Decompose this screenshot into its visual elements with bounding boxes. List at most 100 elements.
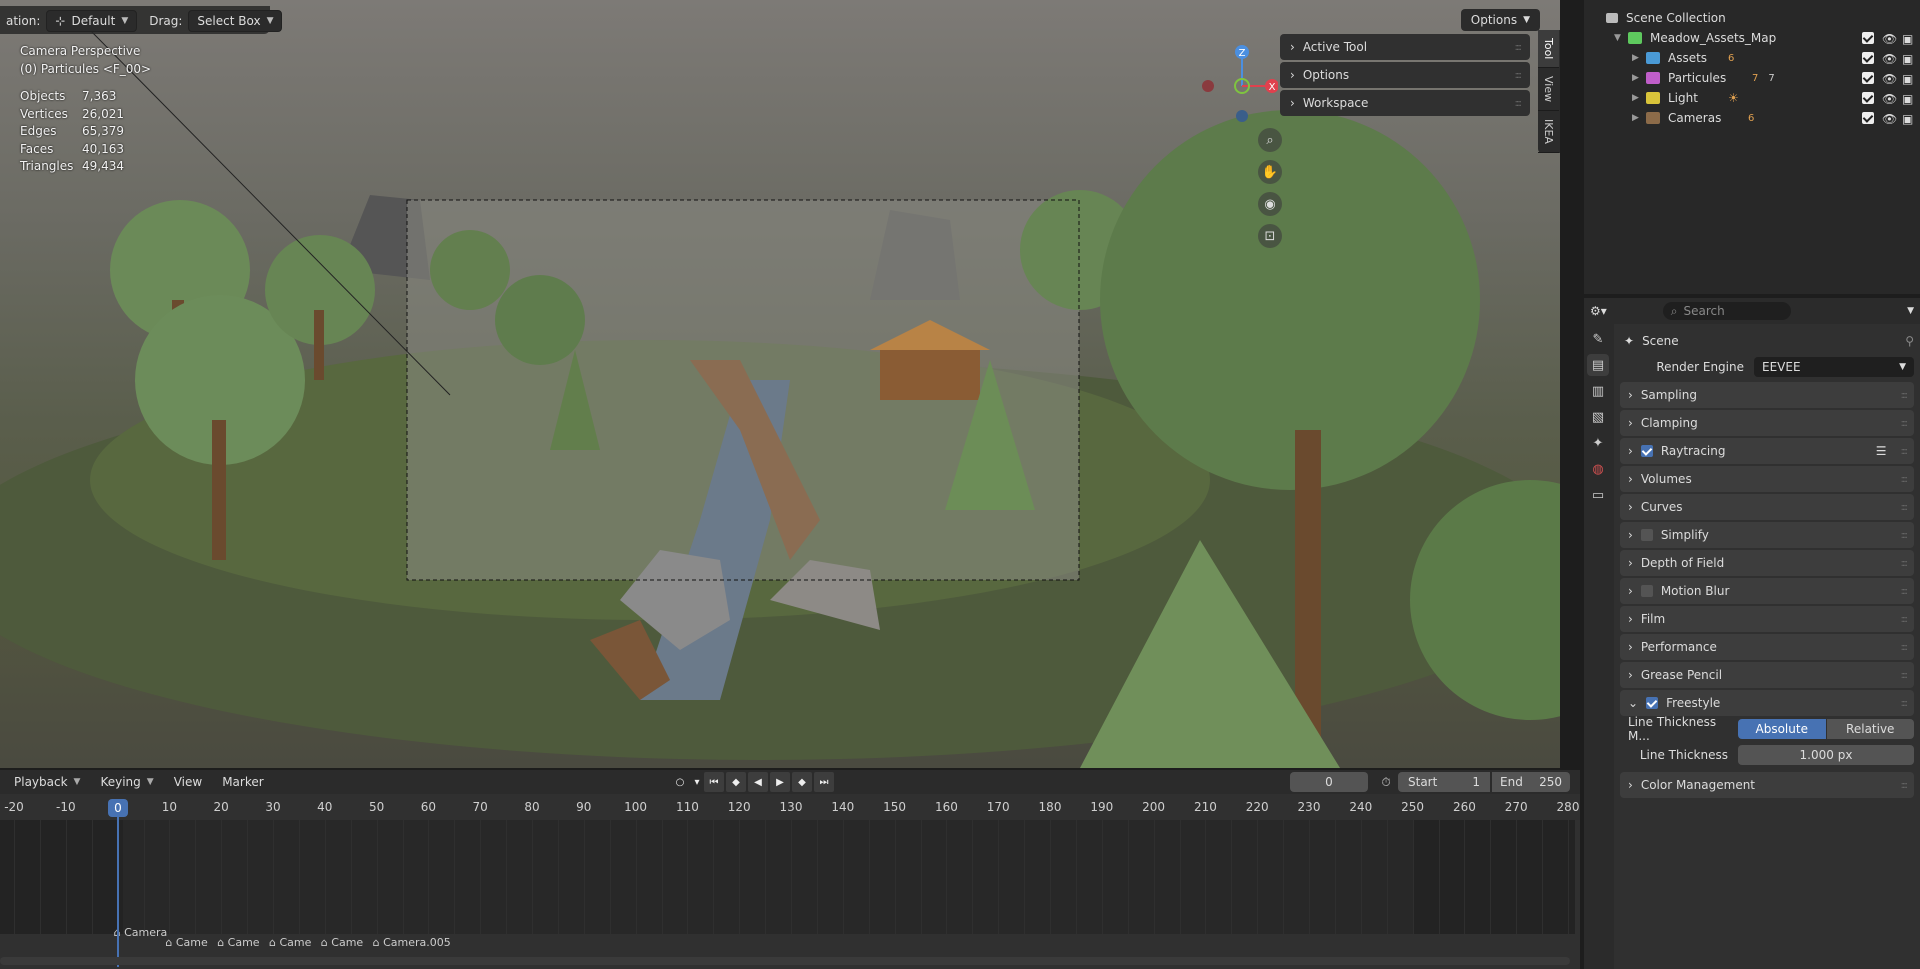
world-icon[interactable]: ◍ <box>1587 458 1609 480</box>
section-color-management[interactable]: › Color Management :::: <box>1620 772 1914 798</box>
section-sampling[interactable]: › Sampling:::: <box>1620 382 1914 408</box>
camera-icon[interactable]: ▣ <box>1902 92 1914 106</box>
freestyle-checkbox[interactable] <box>1646 697 1659 709</box>
properties-editor[interactable]: ⚙▾ ⌕ Search ▼ ✎ ▤ ▥ ▧ ✦ ◍ ▭ ✦ Scene ⚲ Re… <box>1584 298 1920 969</box>
panel-options[interactable]: › Options:::: <box>1280 62 1530 88</box>
chevron-right-icon[interactable]: ▶ <box>1632 73 1646 83</box>
include-checkbox[interactable] <box>1862 92 1874 104</box>
jump-start-icon[interactable]: ⏮ <box>704 772 724 792</box>
timeline-marker[interactable]: ⌂ Came <box>217 936 259 949</box>
menu-marker[interactable]: Marker <box>214 772 271 792</box>
tab-view[interactable]: View <box>1538 68 1559 112</box>
timeline-marker[interactable]: ⌂ Camera <box>114 926 168 939</box>
eye-icon[interactable]: 👁 <box>1882 32 1897 46</box>
drag-handle-icon[interactable]: :::: <box>1901 502 1909 513</box>
drag-handle-icon[interactable]: :::: <box>1901 390 1909 401</box>
outliner-item-assets[interactable]: ▶ Assets 6 👁 ▣ <box>1584 48 1920 68</box>
eye-icon[interactable]: 👁 <box>1882 92 1897 106</box>
frame-ruler[interactable]: -20 -10 0 10 20 30 40 50 60 70 80 90 100 110 120 130 140… <box>0 798 1579 818</box>
drag-handle-icon[interactable]: :::: <box>1901 780 1909 791</box>
drag-handle-icon[interactable]: :::: <box>1901 474 1909 485</box>
playhead-line[interactable] <box>117 817 119 967</box>
menu-view[interactable]: View <box>166 772 210 792</box>
playhead-frame[interactable]: 0 <box>108 799 128 817</box>
drag-handle-icon[interactable]: :::: <box>1901 586 1909 597</box>
list-icon[interactable]: ☰ <box>1876 444 1887 458</box>
outliner-item-light[interactable]: ▶ Light ☀ 👁 ▣ <box>1584 88 1920 108</box>
outliner-item-cameras[interactable]: ▶ Cameras 6 👁 ▣ <box>1584 108 1920 128</box>
next-keyframe-icon[interactable]: ◆ <box>792 772 812 792</box>
include-checkbox[interactable] <box>1862 72 1874 84</box>
timeline-scrollbar[interactable] <box>0 957 1570 965</box>
tab-ikea[interactable]: IKEA <box>1538 111 1559 154</box>
section-checkbox[interactable] <box>1640 585 1653 597</box>
drag-handle-icon[interactable]: :::: <box>1901 446 1909 457</box>
section-curves[interactable]: › Curves:::: <box>1620 494 1914 520</box>
scene-icon[interactable]: ✦ <box>1587 432 1609 454</box>
camera-icon[interactable]: ▣ <box>1902 32 1914 46</box>
timeline-marker[interactable]: ⌂ Camera.005 <box>373 936 451 949</box>
chevron-right-icon[interactable]: ▶ <box>1632 113 1646 123</box>
record-icon[interactable]: ○ <box>670 772 690 792</box>
camera-icon[interactable]: ▣ <box>1902 112 1914 126</box>
drag-handle-icon[interactable]: :::: <box>1901 530 1909 541</box>
drag-handle-icon[interactable]: :::: <box>1901 614 1909 625</box>
section-motion-blur[interactable]: › Motion Blur:::: <box>1620 578 1914 604</box>
play-reverse-icon[interactable]: ◀ <box>748 772 768 792</box>
navigation-gizmo[interactable]: Z X <box>1198 42 1278 122</box>
current-frame-field[interactable]: 0 <box>1290 772 1368 792</box>
section-clamping[interactable]: › Clamping:::: <box>1620 410 1914 436</box>
outliner-item-particules[interactable]: ▶ Particules 7 7 👁 ▣ <box>1584 68 1920 88</box>
section-film[interactable]: › Film:::: <box>1620 606 1914 632</box>
mode-relative-button[interactable]: Relative <box>1826 719 1914 739</box>
drag-handle-icon[interactable]: :::: <box>1901 642 1909 653</box>
section-performance[interactable]: › Performance:::: <box>1620 634 1914 660</box>
eye-icon[interactable]: 👁 <box>1882 72 1897 86</box>
render-engine-dropdown[interactable]: EEVEE ▼ <box>1754 357 1914 377</box>
section-raytracing[interactable]: › Raytracing ☰:::: <box>1620 438 1914 464</box>
drag-handle-icon[interactable]: :::: <box>1901 418 1909 429</box>
mode-absolute-button[interactable]: Absolute <box>1738 719 1826 739</box>
chevron-right-icon[interactable]: ▶ <box>1632 93 1646 103</box>
section-checkbox[interactable] <box>1640 529 1653 541</box>
include-checkbox[interactable] <box>1862 32 1874 44</box>
camera-icon[interactable]: ▣ <box>1902 72 1914 86</box>
prev-keyframe-icon[interactable]: ◆ <box>726 772 746 792</box>
search-input[interactable]: ⌕ Search <box>1662 302 1791 320</box>
drag-handle-icon[interactable]: :::: <box>1515 98 1523 109</box>
start-frame-field[interactable]: Start 1 <box>1398 772 1490 792</box>
timeline-marker[interactable]: ⌂ Came <box>165 936 207 949</box>
end-frame-field[interactable]: End 250 <box>1492 772 1570 792</box>
section-depth-of-field[interactable]: › Depth of Field:::: <box>1620 550 1914 576</box>
timeline-area[interactable] <box>0 820 1575 934</box>
section-freestyle[interactable]: ⌄ Freestyle :::: <box>1620 690 1914 716</box>
play-icon[interactable]: ▶ <box>770 772 790 792</box>
scene-collection-row[interactable]: Scene Collection <box>1584 8 1920 28</box>
panel-active-tool[interactable]: › Active Tool:::: <box>1280 34 1530 60</box>
camera-icon[interactable]: ▣ <box>1902 52 1914 66</box>
lock-icon[interactable]: ⊡ <box>1258 224 1282 248</box>
viewport-options-button[interactable]: Options ▼ <box>1460 9 1540 31</box>
render-icon[interactable]: ▤ <box>1587 354 1609 376</box>
collection-row[interactable]: ▼ Meadow_Assets_Map 👁 ▣ <box>1584 28 1920 48</box>
chevron-down-icon[interactable]: ▾ <box>692 772 702 792</box>
zoom-icon[interactable]: ⌕ <box>1258 128 1282 152</box>
camera-view-icon[interactable]: ◉ <box>1258 192 1282 216</box>
include-checkbox[interactable] <box>1862 52 1874 64</box>
chevron-down-icon[interactable]: ▼ <box>1907 306 1914 316</box>
drag-dropdown[interactable]: Select Box ▼ <box>188 10 283 32</box>
editor-type-icon[interactable]: ⚙▾ <box>1590 304 1607 318</box>
drag-handle-icon[interactable]: :::: <box>1515 42 1523 53</box>
timeline-marker[interactable]: ⌂ Came <box>269 936 311 949</box>
eye-icon[interactable]: 👁 <box>1882 112 1897 126</box>
stopwatch-icon[interactable]: ⏱ <box>1376 772 1396 792</box>
drag-handle-icon[interactable]: :::: <box>1901 558 1909 569</box>
menu-keying[interactable]: Keying ▼ <box>92 772 161 792</box>
section-simplify[interactable]: › Simplify:::: <box>1620 522 1914 548</box>
section-volumes[interactable]: › Volumes:::: <box>1620 466 1914 492</box>
line-thickness-field[interactable]: 1.000 px <box>1738 745 1914 765</box>
drag-handle-icon[interactable]: :::: <box>1901 698 1909 709</box>
chevron-down-icon[interactable]: ▼ <box>1614 33 1628 43</box>
3d-viewport[interactable]: ation: ⊹ Default ▼ Drag: Select Box ▼ Op… <box>0 0 1560 768</box>
pin-icon[interactable]: ⚲ <box>1905 334 1914 348</box>
